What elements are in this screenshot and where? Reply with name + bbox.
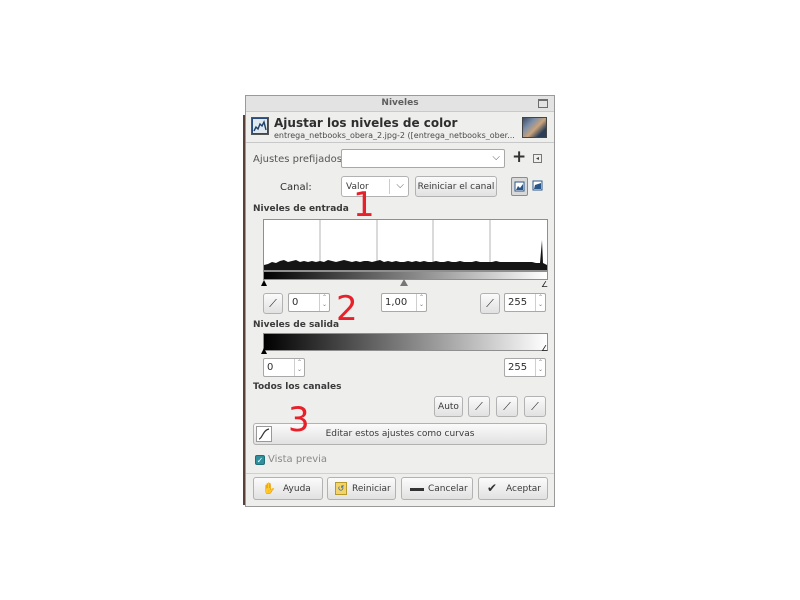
- preview-checkbox[interactable]: ✓: [255, 455, 265, 465]
- pick-white-point-button[interactable]: ⟋: [480, 293, 500, 314]
- spin-arrows-icon[interactable]: ⌃ ⌄: [319, 294, 329, 311]
- add-icon[interactable]: +: [512, 149, 526, 166]
- all-black-point-button[interactable]: ⟋: [468, 396, 490, 417]
- output-low-handle[interactable]: [261, 348, 267, 354]
- output-high-value: 255: [508, 362, 528, 373]
- output-high-handle[interactable]: ∠: [541, 344, 548, 353]
- reset-channel-button[interactable]: Reiniciar el canal: [415, 176, 497, 197]
- spin-arrows-icon[interactable]: ⌃ ⌄: [535, 359, 545, 376]
- input-low-spin[interactable]: 0 ⌃ ⌄: [288, 293, 330, 312]
- input-histogram[interactable]: [263, 219, 548, 271]
- input-gamma-handle[interactable]: [400, 279, 408, 286]
- output-gradient-bar: [263, 333, 548, 351]
- chevron-down-icon: ⌵: [492, 152, 500, 163]
- window-title: Niveles: [381, 98, 419, 108]
- reset-button[interactable]: ↺ Reiniciar: [327, 477, 396, 500]
- title-bar[interactable]: Niveles: [246, 96, 554, 112]
- output-levels-title: Niveles de salida: [253, 320, 340, 330]
- pipette-icon: ⟋: [531, 399, 539, 413]
- maximize-button[interactable]: [538, 99, 548, 108]
- image-thumbnail-icon: [522, 117, 547, 138]
- ok-button[interactable]: ✔ Aceptar: [478, 477, 548, 500]
- chevron-down-icon: ⌵: [396, 180, 404, 191]
- input-gamma-value: 1,00: [385, 297, 408, 308]
- channel-combo[interactable]: Valor ⌵: [341, 176, 409, 197]
- output-low-spin[interactable]: 0 ⌃ ⌄: [263, 358, 305, 377]
- pipette-icon: ⟋: [503, 399, 511, 413]
- spin-arrows-icon[interactable]: ⌃ ⌄: [416, 294, 426, 311]
- pipette-icon: ⟋: [486, 296, 494, 310]
- input-high-value: 255: [508, 297, 528, 308]
- input-levels-title: Niveles de entrada: [253, 204, 349, 214]
- input-high-handle[interactable]: ∠: [541, 280, 548, 289]
- output-low-value: 0: [267, 362, 274, 373]
- cancel-button[interactable]: Cancelar: [401, 477, 473, 500]
- annotation-3: 3: [288, 400, 310, 440]
- cancel-icon: [410, 488, 424, 491]
- help-button[interactable]: ✋ Ayuda: [253, 477, 323, 500]
- preview-label: Vista previa: [268, 454, 328, 465]
- log-histogram-icon[interactable]: [530, 177, 547, 196]
- annotation-2: 2: [336, 289, 358, 329]
- presets-label: Ajustes prefijados:: [253, 154, 346, 165]
- image-subtitle: entrega_netbooks_obera_2.jpg-2 ([entrega…: [274, 131, 514, 140]
- menu-arrow-icon[interactable]: ◂: [533, 154, 542, 163]
- channel-label: Canal:: [280, 182, 312, 193]
- output-high-spin[interactable]: 255 ⌃ ⌄: [504, 358, 546, 377]
- histogram-graph: [264, 220, 547, 270]
- pick-black-point-button[interactable]: ⟋: [263, 293, 283, 314]
- all-white-point-button[interactable]: ⟋: [524, 396, 546, 417]
- input-high-spin[interactable]: 255 ⌃ ⌄: [504, 293, 546, 312]
- levels-icon: [251, 117, 269, 135]
- pipette-icon: ⟋: [269, 296, 277, 310]
- dialog-heading: Ajustar los niveles de color: [274, 116, 458, 130]
- annotation-1: 1: [353, 185, 375, 225]
- presets-combo[interactable]: ⌵: [341, 149, 505, 168]
- help-icon: ✋: [262, 482, 276, 495]
- reset-icon: ↺: [335, 482, 347, 495]
- input-low-value: 0: [292, 297, 299, 308]
- footer-divider: [246, 473, 554, 474]
- spin-arrows-icon[interactable]: ⌃ ⌄: [535, 294, 545, 311]
- input-gamma-spin[interactable]: 1,00 ⌃ ⌄: [381, 293, 427, 312]
- auto-button[interactable]: Auto: [434, 396, 463, 417]
- input-low-handle[interactable]: [261, 280, 267, 286]
- ok-icon: ✔: [487, 481, 498, 495]
- pipette-icon: ⟋: [475, 399, 483, 413]
- header-divider: [246, 142, 554, 143]
- combo-separator: [389, 179, 390, 194]
- spin-arrows-icon[interactable]: ⌃ ⌄: [294, 359, 304, 376]
- levels-dialog: Niveles Ajustar los niveles de color ent…: [245, 95, 555, 507]
- all-gray-point-button[interactable]: ⟋: [496, 396, 518, 417]
- all-channels-title: Todos los canales: [253, 382, 342, 392]
- linear-histogram-icon[interactable]: [511, 177, 528, 196]
